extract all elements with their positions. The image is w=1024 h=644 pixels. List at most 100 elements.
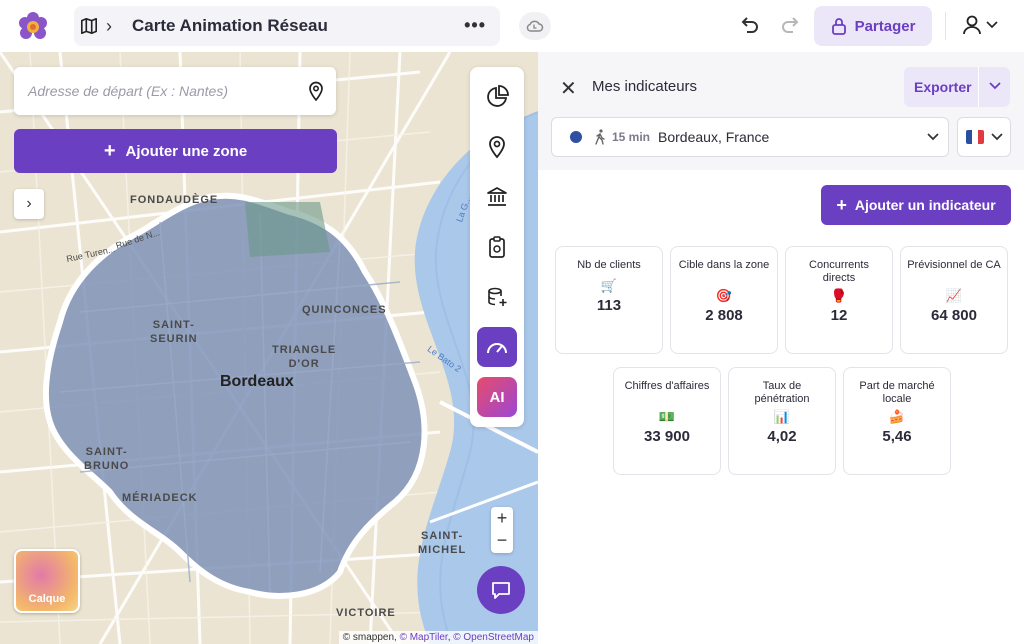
ai-label: AI [489,388,505,406]
money-icon: 💵 [658,409,676,424]
top-bar: › Carte Animation Réseau ••• Partager [0,0,1024,52]
start-address-input[interactable]: Adresse de départ (Ex : Nantes) [14,67,336,115]
map-label-fondaudege: FONDAUDÈGE [130,194,219,206]
project-title-bar: › Carte Animation Réseau ••• [74,6,500,46]
indicator-card-revenue[interactable]: Chiffres d'affaires 💵 33 900 [613,367,721,475]
bank-icon [487,187,507,206]
share-button[interactable]: Partager [814,6,932,46]
attribution-maptiler-link[interactable]: © MapTiler [400,632,448,643]
plus-icon: + [103,139,116,162]
user-icon [963,15,981,35]
country-select[interactable] [957,117,1011,157]
indicator-card-penetration[interactable]: Taux de pénétration 📊 4,02 [728,367,836,475]
zone-color-dot [570,131,582,143]
export-button[interactable]: Exporter [904,67,1010,107]
indicator-card-forecast[interactable]: Prévisionnel de CA 📈 64 800 [900,246,1008,354]
zone-place: Bordeaux, France [658,129,770,145]
indicator-label: Prévisionnel de CA [907,259,1001,271]
lock-icon [831,18,846,35]
pie-chart-icon [487,85,509,107]
indicator-value: 113 [596,297,622,314]
indicator-value: 5,46 [882,428,912,445]
zone-select[interactable]: 15 min Bordeaux, France [551,117,949,157]
shopping-cart-icon: 🛒 [600,278,618,293]
layer-button[interactable]: Calque [14,549,80,613]
map-label-triangle-dor: TRIANGLE D'OR [272,344,337,370]
tool-points[interactable] [477,127,517,167]
tool-statistics[interactable] [477,77,517,117]
attribution-osm-link[interactable]: © OpenStreetMap [453,632,534,643]
map-label-victoire: VICTOIRE [336,607,396,619]
indicator-value: 2 808 [705,307,743,324]
indicator-value: 4,02 [767,428,797,445]
tool-institutions[interactable] [477,177,517,217]
chevron-down-icon [991,133,1003,141]
clipboard-icon [489,236,505,258]
tool-indicators[interactable] [477,327,517,367]
zoom-out-button[interactable]: − [491,529,513,551]
indicator-value: 64 800 [931,307,977,324]
layer-label: Calque [28,593,66,605]
indicator-card-competitors[interactable]: Concurrents directs 🥊 12 [785,246,893,354]
app-logo-icon[interactable] [16,10,50,44]
map-label-meriadeck: MÉRIADECK [122,492,198,504]
panel-title: Mes indicateurs [592,78,698,95]
indicator-value: 33 900 [644,428,690,445]
redo-icon[interactable] [780,14,802,36]
boxing-glove-icon: 🥊 [830,288,848,303]
tool-ai[interactable]: AI [477,377,517,417]
indicator-label: Cible dans la zone [678,259,770,271]
tool-report[interactable] [477,227,517,267]
database-add-icon [488,287,507,306]
chevron-right-icon[interactable]: › [106,16,112,37]
expand-sidebar-button[interactable]: › [14,189,44,219]
indicator-label: Chiffres d'affaires [624,380,710,392]
chat-bubble-icon [492,582,510,599]
share-label: Partager [854,17,916,35]
zoom-in-button[interactable]: + [491,507,513,529]
undo-icon[interactable] [738,14,760,36]
location-pin-icon[interactable] [308,81,324,101]
chat-button[interactable] [477,566,525,614]
france-flag-icon [966,130,984,144]
toolbar-divider [945,12,946,40]
walking-icon [595,129,605,145]
indicator-label: Part de marché locale [859,380,935,405]
export-label: Exporter [914,79,972,95]
cloud-sync-button[interactable] [519,12,551,40]
tool-data[interactable] [477,277,517,317]
export-divider [978,67,979,107]
user-menu-button[interactable] [962,14,998,36]
zoom-control: + − [491,507,513,553]
map-attribution: © smappen, © MapTiler, © OpenStreetMap [338,631,538,644]
map-label-quinconces: QUINCONCES [302,304,387,316]
indicator-card-target[interactable]: Cible dans la zone 🎯 2 808 [670,246,778,354]
indicators-panel: ✕ Mes indicateurs Exporter 15 min Bordea… [538,52,1024,644]
chevron-right-icon: › [26,195,32,212]
map-view[interactable]: FONDAUDÈGE Rue Turen... Rue de N... SAIN… [0,52,538,644]
target-icon: 🎯 [715,288,733,303]
map-tool-bar: AI [470,67,524,427]
cloud-icon [526,20,544,32]
indicator-card-clients[interactable]: Nb de clients 🛒 113 [555,246,663,354]
more-options-icon[interactable]: ••• [464,15,486,36]
start-address-placeholder: Adresse de départ (Ex : Nantes) [28,83,228,99]
plus-icon: + [836,194,847,215]
zone-duration: 15 min [612,130,651,144]
indicator-card-market-share[interactable]: Part de marché locale 🍰 5,46 [843,367,951,475]
map-label-saint-michel: SAINT- MICHEL [418,530,467,556]
location-pin-icon [489,136,505,159]
chevron-down-icon [927,133,939,141]
indicators-panel-header: ✕ Mes indicateurs Exporter 15 min Bordea… [538,52,1024,170]
indicator-label: Concurrents directs [809,259,869,284]
indicator-value: 12 [830,307,848,324]
bar-chart-icon: 📊 [773,409,791,424]
add-indicator-button[interactable]: + Ajouter un indicateur [821,185,1011,225]
project-title[interactable]: Carte Animation Réseau [132,16,328,36]
add-zone-button[interactable]: + Ajouter une zone [14,129,337,173]
chevron-down-icon[interactable] [988,79,1002,93]
map-icon[interactable] [80,17,98,35]
indicator-label: Taux de pénétration [754,380,810,405]
close-icon[interactable]: ✕ [560,76,577,101]
map-label-saint-seurin: SAINT- SEURIN [150,319,198,345]
